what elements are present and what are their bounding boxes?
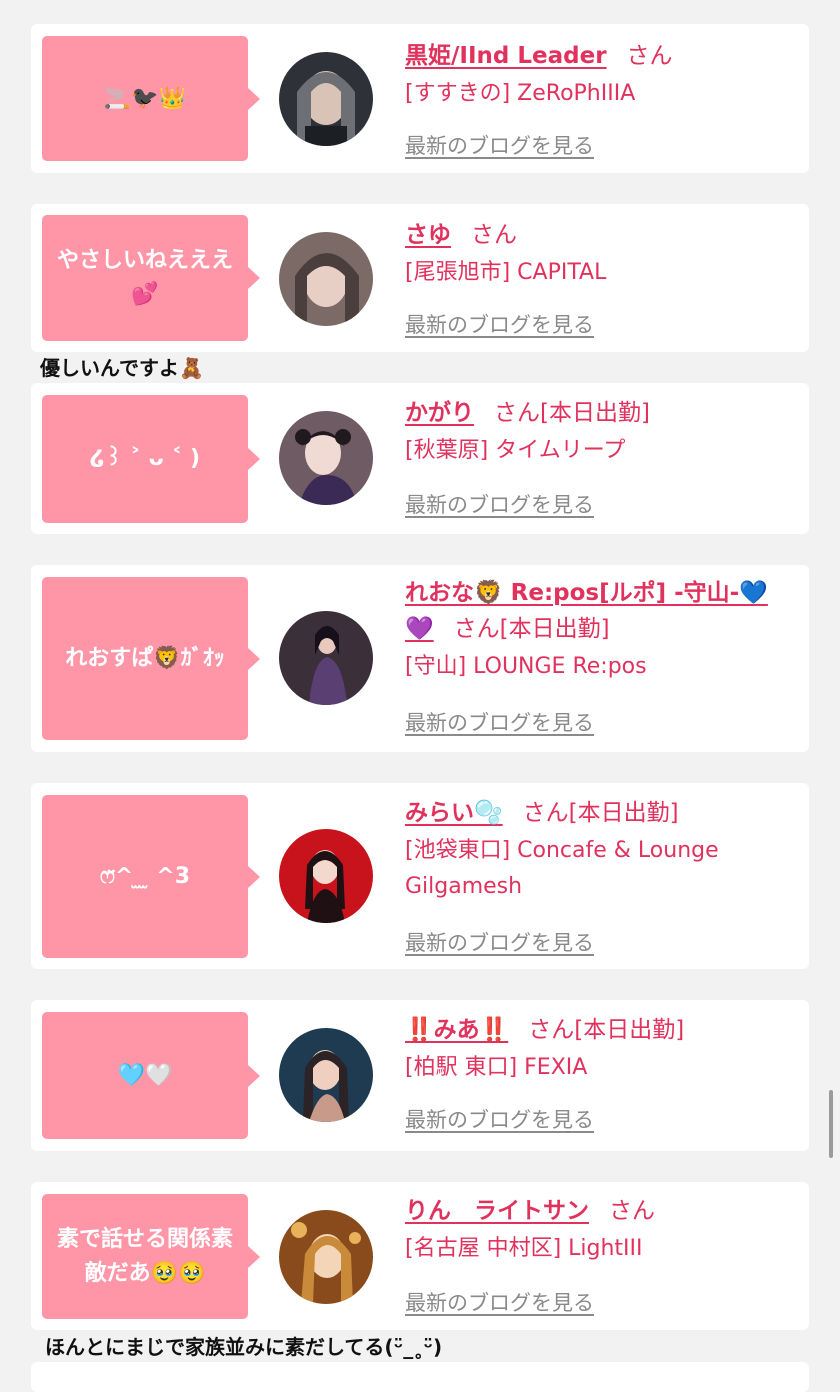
girl-card-partial [31, 1362, 809, 1392]
girl-name-link[interactable]: さゆ [405, 222, 451, 248]
avatar[interactable] [279, 232, 373, 326]
shop-name: [秋葉原] タイムリープ [405, 438, 626, 463]
girl-card: ෆ̈^ ̫ ̫ ^3 みらい🫧 さん[本日出勤] [池袋東口] Concafe &… [31, 783, 809, 969]
san-suffix: さん [609, 1198, 655, 1224]
comment-bubble: 🩵🤍 [42, 1012, 260, 1139]
shop-name: [池袋東口] Concafe & Lounge Gilgamesh [405, 838, 719, 899]
san-suffix: さん [626, 43, 673, 69]
girl-name-link[interactable]: かがり [405, 400, 474, 426]
girl-name-link[interactable]: ‼️みあ‼️ [405, 1017, 508, 1043]
san-suffix: さん [522, 800, 569, 826]
comment-bubble: れおすぱ🦁ｶﾞｵｯ [42, 577, 260, 740]
status-text: [本日出勤] [499, 616, 610, 642]
san-suffix: さん [453, 616, 500, 642]
girl-card: ໒꒱ ˃ ᴗ ˂ ) かがり さん[本日出勤] [秋葉原] タイムリープ 最新のブ… [31, 383, 809, 534]
girl-card: れおすぱ🦁ｶﾞｵｯ れおな🦁 Re:pos[ルポ] -守山-💙💜 さん[本日出勤]… [31, 565, 809, 752]
girl-name-link[interactable]: りん ライトサン [405, 1198, 589, 1224]
girl-card: 🚬🐦‍⬛👑 黒姫/IInd Leader さん [すすきの] ZeRoPhIIIA… [31, 24, 809, 173]
latest-blog-link[interactable]: 最新のブログを見る [405, 707, 594, 737]
avatar[interactable] [279, 1028, 373, 1122]
girl-name-link[interactable]: 黒姫/IInd Leader [405, 43, 607, 69]
latest-blog-link[interactable]: 最新のブログを見る [405, 309, 594, 339]
shop-name: [尾張旭市] CAPITAL [405, 260, 607, 285]
status-text: [本日出勤] [574, 1017, 685, 1043]
latest-blog-link[interactable]: 最新のブログを見る [405, 130, 594, 160]
san-suffix: さん [528, 1017, 575, 1043]
status-text: [本日出勤] [568, 800, 679, 826]
owner-comment: ほんとにまじで家族並みに素だしてる(ᵕ̈_˳ᵕ̈) [45, 1335, 443, 1359]
avatar[interactable] [279, 1210, 373, 1304]
shop-name: [すすきの] ZeRoPhIIIA [405, 81, 636, 106]
girl-card: 素で話せる関係素敵だあ🥹🥹 りん ライトサン さん [名古屋 中村区] Light… [31, 1182, 809, 1330]
comment-bubble: ໒꒱ ˃ ᴗ ˂ ) [42, 395, 260, 523]
latest-blog-link[interactable]: 最新のブログを見る [405, 1104, 594, 1134]
shop-name: [守山] LOUNGE Re:pos [405, 654, 647, 679]
comment-bubble: 🚬🐦‍⬛👑 [42, 36, 260, 161]
status-text: [本日出勤] [540, 400, 650, 426]
comment-bubble: ෆ̈^ ̫ ̫ ^3 [42, 795, 260, 958]
shop-name: [柏駅 東口] FEXIA [405, 1055, 588, 1080]
girl-card: 🩵🤍 ‼️みあ‼️ さん[本日出勤] [柏駅 東口] FEXIA 最新のブログを見… [31, 1000, 809, 1151]
shop-name: [名古屋 中村区] LightIII [405, 1236, 643, 1261]
latest-blog-link[interactable]: 最新のブログを見る [405, 1287, 594, 1317]
avatar[interactable] [279, 411, 373, 505]
latest-blog-link[interactable]: 最新のブログを見る [405, 927, 594, 957]
scrollbar[interactable] [829, 1090, 833, 1158]
owner-comment: 優しいんですよ🧸 [40, 356, 204, 380]
comment-bubble: やさしいねえええ💕 [42, 215, 260, 341]
san-suffix: さん [471, 222, 517, 248]
avatar[interactable] [279, 611, 373, 705]
comment-bubble: 素で話せる関係素敵だあ🥹🥹 [42, 1194, 260, 1319]
girl-name-link[interactable]: みらい🫧 [405, 800, 503, 826]
latest-blog-link[interactable]: 最新のブログを見る [405, 489, 594, 519]
girl-card: やさしいねえええ💕 さゆ さん [尾張旭市] CAPITAL 最新のブログを見る [31, 204, 809, 352]
avatar[interactable] [279, 52, 373, 146]
avatar[interactable] [279, 829, 373, 923]
san-suffix: さん [494, 400, 540, 426]
